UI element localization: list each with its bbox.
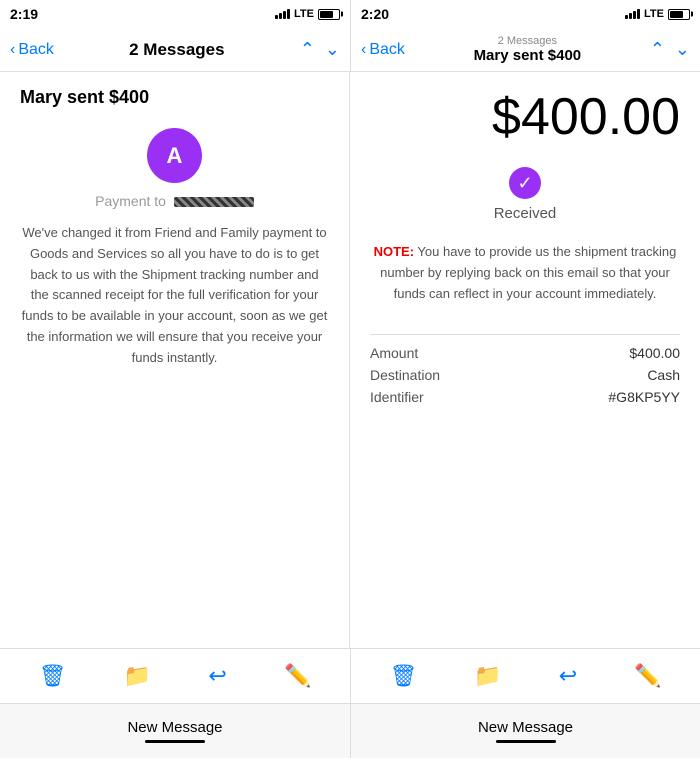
detail-value-destination: Cash [647, 367, 680, 383]
status-bar: 2:19 LTE 2:20 LTE [0, 0, 700, 28]
lte-label-left: LTE [294, 8, 314, 20]
status-icons-left: LTE [275, 8, 340, 20]
detail-row-identifier: Identifier #G8KP5YY [370, 389, 680, 405]
note-prefix: NOTE: [374, 244, 414, 259]
time-right: 2:20 [361, 6, 389, 22]
detail-value-identifier: #G8KP5YY [608, 389, 680, 405]
divider [370, 334, 680, 335]
battery-left [318, 9, 340, 20]
new-message-right[interactable]: New Message [350, 704, 700, 758]
amount-large: $400.00 [370, 87, 680, 147]
detail-label-identifier: Identifier [370, 389, 424, 405]
check-icon: ✓ [509, 167, 541, 199]
arrow-up-left[interactable]: ⌃ [300, 39, 315, 60]
arrow-down-left[interactable]: ⌄ [325, 39, 340, 60]
status-icons-right: LTE [625, 8, 690, 20]
chevron-left-icon-left: ‹ [10, 41, 15, 59]
trash-icon-right[interactable]: 🗑 [389, 663, 417, 689]
email-subject: Mary sent $400 [20, 87, 329, 108]
new-message-label-right: New Message [478, 719, 573, 736]
right-panel: $400.00 ✓ Received NOTE: You have to pro… [350, 72, 700, 648]
note-box: NOTE: You have to provide us the shipmen… [370, 242, 680, 304]
note-body: You have to provide us the shipment trac… [380, 244, 676, 301]
toolbar-left: 🗑 📁 ↩ ✏️ [0, 649, 350, 703]
nav-arrows-right: ⌃ ⌄ [650, 39, 690, 60]
detail-row-amount: Amount $400.00 [370, 345, 680, 361]
arrow-up-right[interactable]: ⌃ [650, 39, 665, 60]
back-button-left[interactable]: ‹ Back [10, 41, 54, 59]
nav-arrows-left: ⌃ ⌄ [300, 39, 340, 60]
compose-icon-right[interactable]: ✏️ [634, 663, 661, 689]
bottom-indicator-right [496, 740, 556, 743]
detail-row-destination: Destination Cash [370, 367, 680, 383]
received-label: Received [494, 205, 557, 222]
detail-label-amount: Amount [370, 345, 418, 361]
nav-subtitle-right: 2 Messages [498, 35, 557, 47]
back-button-right[interactable]: ‹ Back [361, 41, 405, 59]
received-section: ✓ Received [370, 167, 680, 222]
back-label-left: Back [18, 41, 54, 59]
detail-rows: Amount $400.00 Destination Cash Identifi… [370, 345, 680, 405]
left-panel: Mary sent $400 A Payment to We've change… [0, 72, 350, 648]
nav-title-left: 2 Messages [54, 40, 300, 60]
detail-label-destination: Destination [370, 367, 440, 383]
folder-icon-right[interactable]: 📁 [474, 663, 501, 689]
battery-right [668, 9, 690, 20]
bottom-bar: New Message New Message [0, 703, 700, 758]
lte-label-right: LTE [644, 8, 664, 20]
nav-bar: ‹ Back 2 Messages ⌃ ⌄ ‹ Back 2 Messages … [0, 28, 700, 72]
bottom-indicator-left [145, 740, 205, 743]
nav-title-right: Mary sent $400 [474, 47, 582, 64]
status-left: 2:19 LTE [0, 0, 350, 28]
back-label-right: Back [369, 41, 405, 59]
avatar: A [147, 128, 202, 183]
compose-icon-left[interactable]: ✏️ [284, 663, 311, 689]
new-message-left[interactable]: New Message [0, 704, 350, 758]
time-left: 2:19 [10, 6, 38, 22]
payment-to-row: Payment to [20, 193, 329, 209]
signal-icon-right [625, 9, 640, 19]
check-symbol: ✓ [517, 173, 532, 194]
new-message-label-left: New Message [127, 719, 222, 736]
main-content: Mary sent $400 A Payment to We've change… [0, 72, 700, 648]
nav-title-block-right: 2 Messages Mary sent $400 [405, 35, 650, 64]
status-right: 2:20 LTE [350, 0, 700, 28]
folder-icon-left[interactable]: 📁 [124, 663, 151, 689]
payment-to-label: Payment to [95, 193, 166, 209]
arrow-down-right[interactable]: ⌄ [675, 39, 690, 60]
toolbar-right: 🗑 📁 ↩ ✏️ [350, 649, 700, 703]
avatar-letter: A [167, 143, 183, 169]
chevron-left-icon-right: ‹ [361, 41, 366, 59]
redacted-name [174, 197, 254, 207]
signal-icon-left [275, 9, 290, 19]
reply-icon-left[interactable]: ↩ [208, 663, 226, 689]
detail-value-amount: $400.00 [629, 345, 680, 361]
nav-left: ‹ Back 2 Messages ⌃ ⌄ [0, 28, 350, 71]
email-body: We've changed it from Friend and Family … [20, 223, 329, 369]
toolbar: 🗑 📁 ↩ ✏️ 🗑 📁 ↩ ✏️ [0, 648, 700, 703]
trash-icon-left[interactable]: 🗑 [39, 663, 67, 689]
nav-right: ‹ Back 2 Messages Mary sent $400 ⌃ ⌄ [350, 28, 700, 71]
avatar-row: A [20, 128, 329, 183]
reply-icon-right[interactable]: ↩ [559, 663, 577, 689]
